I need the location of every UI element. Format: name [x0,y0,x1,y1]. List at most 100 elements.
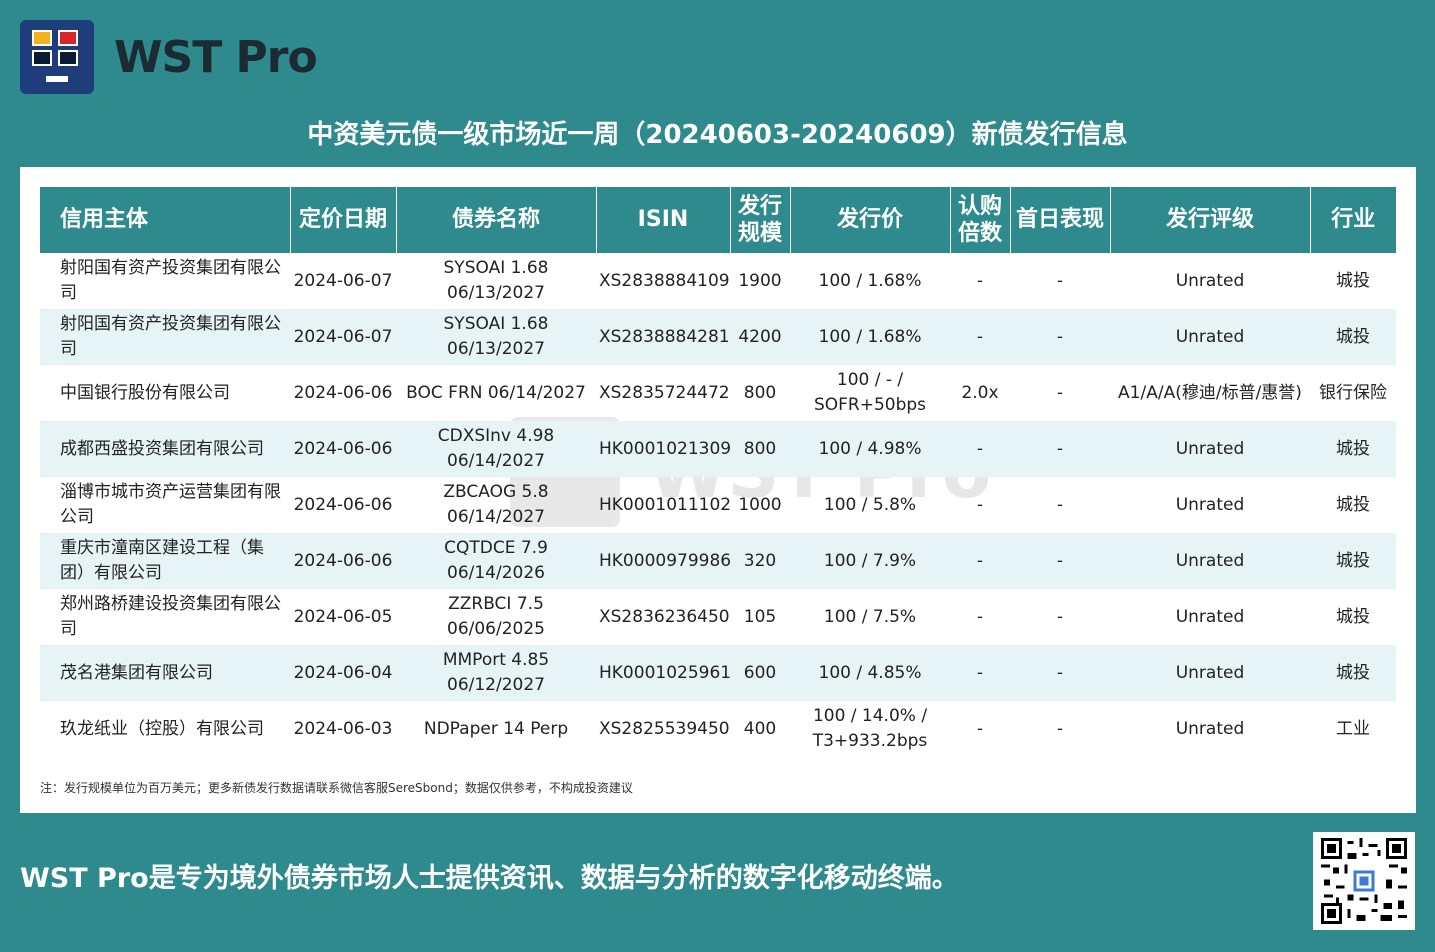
cell-issuer: 射阳国有资产投资集团有限公司 [40,309,290,365]
cell-rating: Unrated [1175,494,1245,515]
cell-pricing-date: 2024-06-03 [293,718,393,739]
cell-isin: XS2838884109 [599,270,730,291]
cell-issuer: 重庆市潼南区建设工程（集团）有限公司 [40,533,290,589]
table-row: 中国银行股份有限公司 2024-06-06 BOC FRN 06/14/2027 XS… [40,365,1396,421]
cell-rating: Unrated [1175,606,1245,627]
cell-first-day: - [1056,494,1064,515]
col-header-bond-name: 债券名称 [396,187,597,253]
bond-issuance-table: 信用主体 定价日期 债券名称 ISIN 发行规模 发行价 认购倍数 首日表现 发… [40,187,1396,757]
cell-price: 100 / 5.8% [823,494,917,515]
table-row: 郑州路桥建设投资集团有限公司 2024-06-05 ZZRBCI 7.5 06/06… [40,589,1396,645]
cell-pricing-date: 2024-06-06 [290,533,396,589]
cell-rating: A1/A/A(穆迪/标普/惠誉) [1118,382,1302,403]
cell-isin: XS2838884281 [596,309,730,365]
cell-bond-name: CQTDCE 7.9 06/14/2026 [396,533,596,589]
col-header-rating: 发行评级 [1110,187,1311,253]
cell-isin: HK0001021309 [596,421,730,477]
col-header-isin: ISIN [596,187,731,253]
cell-bond-name: ZZRBCI 7.5 06/06/2025 [447,594,545,639]
cell-size: 320 [730,533,790,589]
cell-bond-name: ZBCAOG 5.8 06/14/2027 [443,482,549,527]
cell-price: 100 / 14.0% / T3+933.2bps [812,706,928,751]
table-header-row: 信用主体 定价日期 债券名称 ISIN 发行规模 发行价 认购倍数 首日表现 发… [40,187,1396,253]
col-header-industry: 行业 [1310,187,1396,253]
cell-issuer: 中国银行股份有限公司 [60,382,230,403]
cell-subscription: - [976,606,984,627]
cell-first-day: - [1056,606,1064,627]
footnote: 注：发行规模单位为百万美元；更多新债发行数据请联系微信客服SereSbond；数… [40,781,633,795]
cell-industry: 城投 [1310,645,1396,701]
table-row: 射阳国有资产投资集团有限公司 2024-06-07 SYSOAI 1.68 06/1… [40,253,1396,309]
table-row: 射阳国有资产投资集团有限公司 2024-06-07 SYSOAI 1.68 06/1… [40,309,1396,365]
cell-pricing-date: 2024-06-07 [290,309,396,365]
cell-price: 100 / 7.5% [823,606,917,627]
cell-size: 800 [743,382,777,403]
cell-size: 4200 [730,309,790,365]
cell-pricing-date: 2024-06-06 [293,382,393,403]
cell-subscription: - [976,494,984,515]
cell-pricing-date: 2024-06-06 [290,421,396,477]
page-title: 中资美元债一级市场近一周（20240603-20240609）新债发行信息 [307,120,1128,150]
table-row: 淄博市城市资产运营集团有限公司 2024-06-06 ZBCAOG 5.8 06/1… [40,477,1396,533]
cell-rating: Unrated [1175,718,1245,739]
cell-isin: XS2835724472 [599,382,730,403]
cell-size: 105 [743,606,777,627]
cell-isin: HK0001025961 [596,645,730,701]
cell-issuer: 成都西盛投资集团有限公司 [40,421,290,477]
cell-issuer: 射阳国有资产投资集团有限公司 [60,258,281,303]
cell-bond-name: NDPaper 14 Perp [423,718,569,739]
cell-price: 100 / 4.85% [790,645,950,701]
cell-size: 1000 [738,494,782,515]
cell-industry: 工业 [1336,718,1370,739]
cell-price: 100 / 1.68% [790,309,950,365]
cell-subscription: 2.0x [961,382,999,403]
header: WST Pro [20,20,318,94]
cell-bond-name: BOC FRN 06/14/2027 [406,382,586,403]
cell-issuer: 玖龙纸业（控股）有限公司 [60,718,264,739]
cell-rating: Unrated [1110,533,1310,589]
cell-rating: Unrated [1110,309,1310,365]
col-header-pricing-date: 定价日期 [290,187,397,253]
cell-price: 100 / - / SOFR+50bps [813,370,927,415]
cell-isin: XS2836236450 [599,606,730,627]
cell-bond-name: MMPort 4.85 06/12/2027 [396,645,596,701]
cell-first-day: - [1056,382,1064,403]
cell-subscription: - [950,421,1010,477]
cell-pricing-date: 2024-06-07 [293,270,393,291]
cell-price: 100 / 4.98% [790,421,950,477]
col-header-price: 发行价 [790,187,951,253]
cell-rating: Unrated [1110,421,1310,477]
cell-first-day: - [1010,309,1110,365]
cell-isin: XS2825539450 [599,718,730,739]
col-header-subscription: 认购倍数 [950,187,1011,253]
cell-pricing-date: 2024-06-06 [293,494,393,515]
cell-subscription: - [950,309,1010,365]
col-header-size: 发行规模 [730,187,791,253]
table-row: 茂名港集团有限公司 2024-06-04 MMPort 4.85 06/12/202… [40,645,1396,701]
cell-size: 1900 [738,270,782,291]
cell-isin: HK0000979986 [596,533,730,589]
table-row: 重庆市潼南区建设工程（集团）有限公司 2024-06-06 CQTDCE 7.9 0… [40,533,1396,589]
footer-tagline: WST Pro是专为境外债券市场人士提供资讯、数据与分析的数字化移动终端。 [20,863,959,894]
cell-industry: 城投 [1310,421,1396,477]
cell-subscription: - [976,718,984,739]
monitor-logo-icon [20,20,94,94]
cell-first-day: - [1010,645,1110,701]
cell-issuer: 茂名港集团有限公司 [40,645,290,701]
brand-name: WST Pro [114,31,318,83]
cell-industry: 城投 [1310,533,1396,589]
cell-first-day: - [1010,421,1110,477]
cell-size: 800 [730,421,790,477]
col-header-issuer: 信用主体 [40,187,291,253]
cell-rating: Unrated [1175,270,1245,291]
cell-isin: HK0001011102 [599,494,730,515]
cell-first-day: - [1056,718,1064,739]
cell-pricing-date: 2024-06-04 [290,645,396,701]
col-header-first-day: 首日表现 [1010,187,1111,253]
cell-industry: 城投 [1336,494,1370,515]
cell-issuer: 淄博市城市资产运营集团有限公司 [60,482,281,527]
table-row: 玖龙纸业（控股）有限公司 2024-06-03 NDPaper 14 Perp XS2… [40,701,1396,757]
qr-code-icon [1313,832,1415,930]
cell-pricing-date: 2024-06-05 [293,606,393,627]
table-row: 成都西盛投资集团有限公司 2024-06-06 CDXSInv 4.98 06/14… [40,421,1396,477]
